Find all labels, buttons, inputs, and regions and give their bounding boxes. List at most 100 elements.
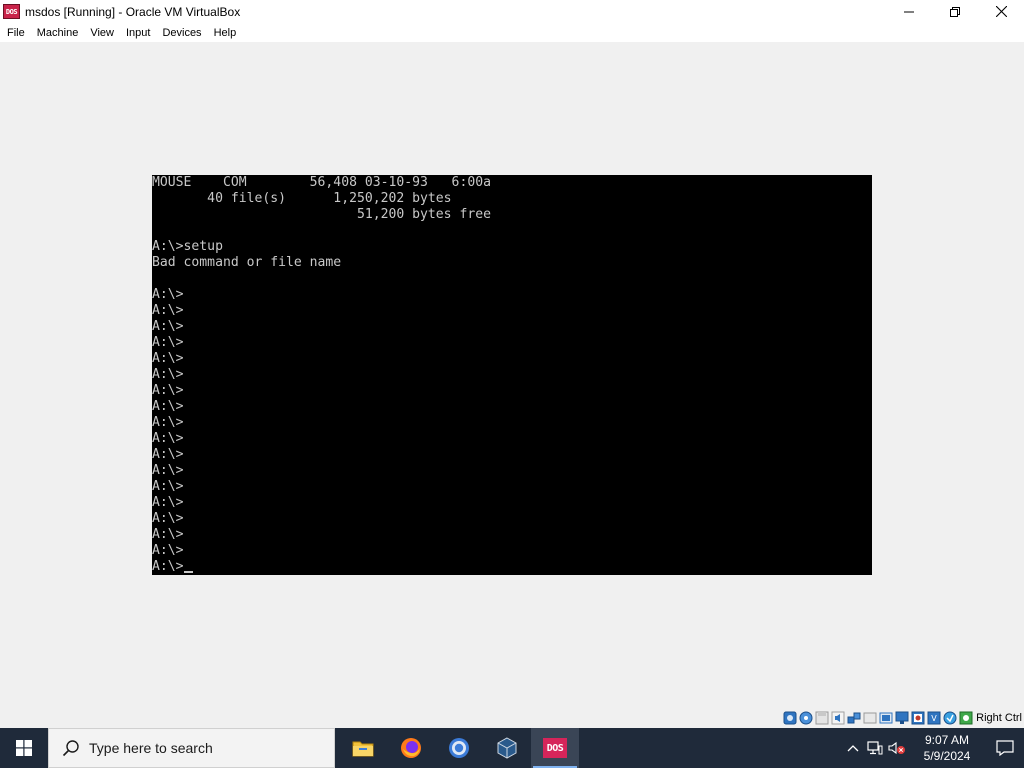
vm-display-area: MOUSE COM 56,408 03-10-93 6:00a 40 file(… [0, 42, 1024, 706]
hard-disk-icon [783, 711, 797, 724]
mouse-integration-icon [943, 711, 957, 724]
dos-console-line: 40 file(s) 1,250,202 bytes [152, 191, 452, 206]
taskbar-firefox[interactable] [387, 728, 435, 768]
minimize-icon [904, 11, 914, 12]
chrome-icon [449, 738, 469, 758]
usb-icon [863, 712, 877, 723]
dos-console-line [152, 271, 872, 287]
taskbar-apps: DOS [339, 728, 579, 768]
dos-console-line: A:\> [152, 351, 184, 366]
windows-logo-icon [16, 740, 32, 756]
minimize-button[interactable] [886, 0, 932, 23]
volume-tray-button[interactable] [886, 728, 908, 768]
close-button[interactable] [978, 0, 1024, 23]
volume-muted-icon [888, 741, 905, 755]
recording-indicator[interactable] [910, 710, 925, 725]
dos-console-line: A:\> [152, 511, 184, 526]
action-center-button[interactable] [986, 728, 1024, 768]
system-tray: 9:07 AM 5/9/2024 [842, 728, 1024, 768]
dos-console-line: A:\> [152, 287, 184, 302]
display-indicator[interactable] [894, 710, 909, 725]
mouse-integration-indicator[interactable] [942, 710, 957, 725]
clock-date: 5/9/2024 [923, 749, 971, 763]
menu-help[interactable]: Help [209, 27, 242, 39]
dos-console-line [152, 223, 872, 239]
dos-console-line: A:\> [152, 367, 184, 382]
shared-folder-indicator[interactable] [878, 710, 893, 725]
taskbar: Type here to search DOS 9:07 AM 5/9/2024 [0, 728, 1024, 768]
network-icon [847, 712, 861, 723]
audio-indicator[interactable] [830, 710, 845, 725]
window-title: msdos [Running] - Oracle VM VirtualBox [25, 4, 241, 19]
dos-console-line: Bad command or file name [152, 255, 342, 270]
taskbar-file-explorer[interactable] [339, 728, 387, 768]
menu-view[interactable]: View [85, 27, 119, 39]
menu-file[interactable]: File [2, 27, 30, 39]
menu-devices[interactable]: Devices [157, 27, 206, 39]
shared-folder-icon [879, 712, 893, 723]
floppy-indicator[interactable] [814, 710, 829, 725]
dos-app-label: DOS [546, 742, 564, 754]
maximize-icon [950, 6, 960, 17]
dos-console-line: 51,200 bytes free [152, 207, 491, 222]
title-bar: DOS msdos [Running] - Oracle VM VirtualB… [0, 0, 1024, 23]
search-icon [61, 738, 81, 758]
virtualbox-icon [497, 737, 517, 759]
network-tray-button[interactable] [864, 728, 886, 768]
audio-icon [831, 711, 845, 724]
dos-console-line: A:\> [152, 319, 184, 334]
close-icon [995, 6, 1007, 17]
dos-console-line: A:\> [152, 559, 872, 575]
taskbar-search-box[interactable]: Type here to search [48, 728, 335, 768]
notification-icon [996, 740, 1014, 756]
dos-app-icon: DOS [543, 738, 567, 758]
keyboard-icon [959, 711, 973, 724]
maximize-button[interactable] [932, 0, 978, 23]
usb-indicator[interactable] [862, 710, 877, 725]
menu-machine[interactable]: Machine [32, 27, 84, 39]
dos-console-line: A:\> [152, 495, 184, 510]
file-explorer-icon [352, 741, 374, 757]
dos-cursor [183, 571, 193, 573]
start-button[interactable] [0, 728, 48, 768]
menu-bar: File Machine View Input Devices Help [0, 23, 1024, 42]
optical-drive-icon [799, 711, 813, 724]
search-placeholder: Type here to search [89, 740, 213, 756]
dos-console-line: A:\> [152, 399, 184, 414]
dos-console-line: A:\> [152, 335, 184, 350]
firefox-icon [401, 738, 421, 758]
dos-console-line: A:\>setup [152, 239, 223, 254]
dos-console-line: A:\> [152, 479, 184, 494]
dos-console-line: A:\> [152, 543, 184, 558]
show-hidden-icons-button[interactable] [842, 728, 864, 768]
taskbar-chrome[interactable] [435, 728, 483, 768]
chevron-up-icon [847, 745, 859, 752]
network-icon [867, 741, 883, 755]
vm-status-bar: V Right Ctrl [782, 708, 1024, 727]
network-indicator[interactable] [846, 710, 861, 725]
dos-screen[interactable]: MOUSE COM 56,408 03-10-93 6:00a 40 file(… [152, 175, 872, 575]
window-controls [886, 0, 1024, 23]
cpu-indicator[interactable]: V [926, 710, 941, 725]
recording-icon [911, 711, 925, 724]
cpu-icon: V [927, 711, 941, 724]
svg-text:V: V [931, 714, 937, 723]
dos-console-line: A:\> [152, 527, 184, 542]
virtualbox-vm-icon[interactable]: DOS [3, 4, 20, 19]
dos-console-line: A:\> [152, 463, 184, 478]
taskbar-virtualbox[interactable] [483, 728, 531, 768]
display-icon [895, 711, 909, 724]
hard-disk-indicator[interactable] [782, 710, 797, 725]
dos-console-line: A:\> [152, 303, 184, 318]
dos-console-line: A:\> [152, 383, 184, 398]
taskbar-clock[interactable]: 9:07 AM 5/9/2024 [908, 728, 986, 768]
menu-input[interactable]: Input [121, 27, 155, 39]
dos-console-output: MOUSE COM 56,408 03-10-93 6:00a 40 file(… [152, 175, 872, 575]
host-key-label: Right Ctrl [976, 711, 1022, 724]
dos-console-line: A:\> [152, 431, 184, 446]
dos-console-line: A:\> [152, 447, 184, 462]
keyboard-indicator[interactable] [958, 710, 973, 725]
dos-console-line: A:\> [152, 415, 184, 430]
optical-drive-indicator[interactable] [798, 710, 813, 725]
taskbar-dos-vm[interactable]: DOS [531, 728, 579, 768]
